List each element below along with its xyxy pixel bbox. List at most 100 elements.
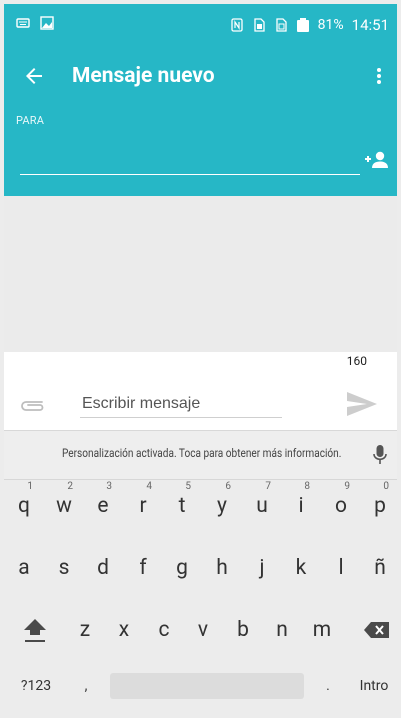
key-label: o — [335, 494, 347, 518]
sim-2-icon — [275, 18, 287, 32]
key-s[interactable]: s — [49, 551, 79, 585]
key-label: k — [295, 556, 307, 580]
delete-key[interactable] — [360, 613, 394, 647]
key-label: m — [312, 618, 332, 642]
key-v[interactable]: v — [188, 613, 218, 647]
battery-percent: 81% — [317, 17, 344, 33]
key-label: d — [97, 556, 109, 580]
key-k[interactable]: k — [286, 551, 316, 585]
key-label: a — [18, 556, 30, 580]
arrow-left-icon — [26, 68, 42, 84]
key-m[interactable]: m — [307, 613, 337, 647]
key-t[interactable]: t5 — [167, 481, 197, 523]
key-h[interactable]: h — [207, 551, 237, 585]
key-hint: 1 — [27, 481, 33, 492]
attach-button[interactable] — [18, 398, 48, 414]
key-q[interactable]: q1 — [9, 481, 39, 523]
paperclip-icon — [21, 401, 44, 411]
status-bar: 81% 14:51 — [4, 4, 397, 48]
key-label: p — [374, 494, 386, 518]
symbols-key[interactable]: ?123 — [14, 673, 58, 699]
enter-key[interactable]: Intro — [352, 673, 396, 699]
app-frame: 81% 14:51 Mensaje nuevo PARA 160 Escribi… — [4, 4, 397, 714]
key-label: s — [58, 556, 70, 580]
message-input[interactable] — [80, 391, 282, 418]
key-c[interactable]: c — [149, 613, 179, 647]
character-counter: 160 — [346, 354, 367, 368]
key-label: x — [118, 618, 130, 642]
key-label: c — [158, 618, 170, 642]
key-label: v — [197, 618, 209, 642]
key-g[interactable]: g — [167, 551, 197, 585]
key-hint: 4 — [146, 481, 152, 492]
key-n[interactable]: n — [267, 613, 297, 647]
key-b[interactable]: b — [228, 613, 258, 647]
send-button[interactable] — [345, 390, 379, 418]
key-label: l — [338, 556, 344, 580]
shift-icon — [24, 619, 46, 642]
image-icon — [40, 16, 54, 30]
back-button[interactable] — [20, 62, 48, 90]
recipient-input[interactable] — [20, 148, 360, 175]
key-label: f — [139, 556, 147, 580]
key-f[interactable]: f — [128, 551, 158, 585]
key-label: r — [139, 494, 147, 518]
keyboard-icon — [16, 18, 30, 28]
key-e[interactable]: e3 — [88, 481, 118, 523]
key-ñ[interactable]: ñ — [365, 551, 395, 585]
key-label: g — [176, 556, 188, 580]
space-key[interactable] — [110, 673, 304, 699]
toolbar: Mensaje nuevo — [4, 48, 397, 104]
period-key[interactable]: . — [316, 673, 340, 699]
keyboard: Personalización activada. Toca para obte… — [4, 430, 397, 714]
key-d[interactable]: d — [88, 551, 118, 585]
key-hint: 6 — [225, 481, 231, 492]
key-hint: 2 — [67, 481, 73, 492]
key-label: j — [259, 556, 265, 580]
backspace-icon — [364, 622, 389, 638]
battery-icon — [296, 18, 309, 32]
clock: 14:51 — [351, 16, 389, 34]
key-r[interactable]: r4 — [128, 481, 158, 523]
suggestion-strip[interactable]: Personalización activada. Toca para obte… — [4, 431, 397, 480]
add-contact-button[interactable] — [363, 148, 391, 172]
comma-key[interactable]: , — [74, 673, 98, 699]
sim-1-icon — [253, 18, 265, 32]
key-label: ñ — [374, 556, 386, 580]
key-a[interactable]: a — [9, 551, 39, 585]
key-hint: 8 — [304, 481, 310, 492]
key-x[interactable]: x — [109, 613, 139, 647]
key-u[interactable]: u7 — [247, 481, 277, 523]
key-hint: 7 — [265, 481, 271, 492]
key-l[interactable]: l — [326, 551, 356, 585]
key-i[interactable]: i8 — [286, 481, 316, 523]
key-label: z — [79, 618, 91, 642]
key-hint: 9 — [344, 481, 350, 492]
key-w[interactable]: w2 — [49, 481, 79, 523]
compose-bar: 160 — [4, 352, 397, 430]
key-z[interactable]: z — [70, 613, 100, 647]
key-j[interactable]: j — [247, 551, 277, 585]
key-label: b — [237, 618, 249, 642]
recipient-label: PARA — [16, 114, 45, 127]
key-label: q — [18, 494, 30, 518]
microphone-button[interactable] — [371, 443, 389, 467]
key-hint: 3 — [106, 481, 112, 492]
key-o[interactable]: o9 — [326, 481, 356, 523]
key-hint: 5 — [185, 481, 191, 492]
key-hint: 0 — [383, 481, 389, 492]
add-contact-icon — [365, 151, 388, 168]
key-p[interactable]: p0 — [365, 481, 395, 523]
suggestion-text: Personalización activada. Toca para obte… — [62, 446, 342, 460]
shift-key[interactable] — [18, 613, 52, 647]
key-y[interactable]: y6 — [207, 481, 237, 523]
recipient-section: PARA — [4, 104, 397, 196]
overflow-menu-button[interactable] — [371, 62, 387, 90]
send-icon — [347, 392, 377, 416]
key-label: w — [56, 494, 72, 518]
microphone-icon — [373, 445, 387, 464]
key-label: i — [298, 494, 304, 518]
nfc-icon — [230, 18, 243, 32]
key-label: e — [97, 494, 109, 518]
key-label: t — [178, 494, 186, 518]
